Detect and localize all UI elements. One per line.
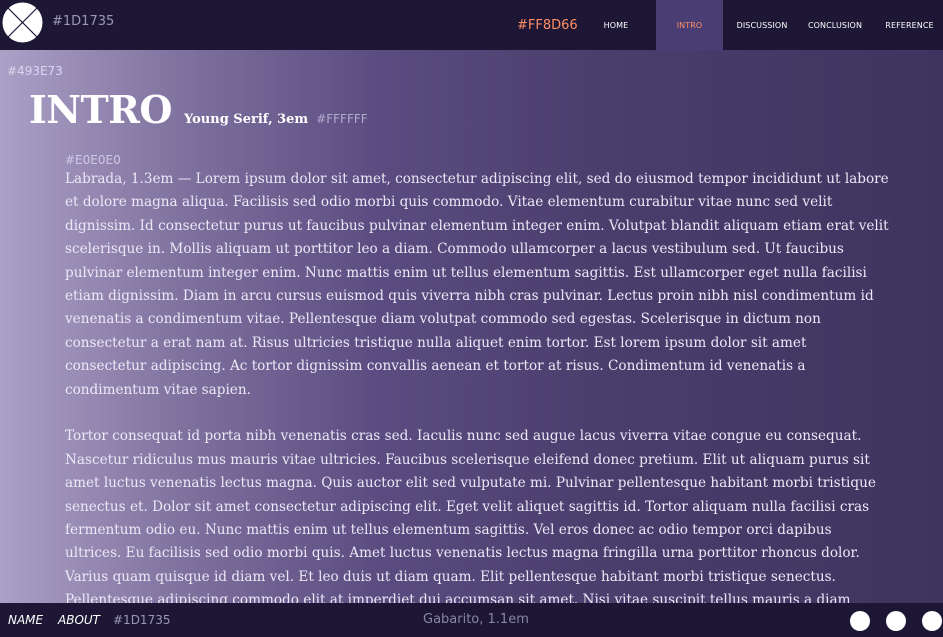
footer-about-link[interactable]: ABOUT [58, 613, 100, 627]
accent-color-hex: #FF8D66 [517, 18, 578, 33]
footer-color-hex: #1D1735 [113, 613, 171, 627]
footer-bar: NAME ABOUT #1D1735 Gabarito, 1.1em [0, 603, 943, 637]
background-color-hex: #493E73 [7, 64, 63, 78]
nav-discussion[interactable]: DISCUSSION [730, 0, 794, 50]
heading-row: INTRO Young Serif, 3em #FFFFFF [29, 87, 368, 132]
footer-circle-button[interactable] [850, 611, 870, 631]
nav-home[interactable]: HOME [590, 0, 642, 50]
nav-intro[interactable]: INTRO [656, 0, 723, 50]
top-nav-bar: #1D1735 #FF8D66 HOME INTRO DISCUSSION CO… [0, 0, 943, 50]
nav-conclusion[interactable]: CONCLUSION [804, 0, 866, 50]
page-title: INTRO [29, 87, 172, 132]
body-color-hex: #E0E0E0 [65, 153, 121, 167]
footer-name-link[interactable]: NAME [8, 613, 43, 627]
paragraph: Tortor consequat id porta nibh venenatis… [65, 428, 876, 603]
crossed-circle-logo-icon[interactable] [1, 1, 44, 44]
title-color-hex: #FFFFFF [316, 112, 368, 126]
title-font-spec: Young Serif, 3em [183, 112, 309, 127]
footer-font-spec: Gabarito, 1.1em [423, 612, 529, 627]
nav-reference[interactable]: REFERENCE [876, 0, 943, 50]
header-color-hex: #1D1735 [52, 14, 115, 29]
footer-circle-button[interactable] [886, 611, 906, 631]
body-text: Labrada, 1.3em — Lorem ipsum dolor sit a… [65, 168, 891, 603]
paragraph: Labrada, 1.3em — Lorem ipsum dolor sit a… [65, 171, 889, 398]
main-content: #493E73 INTRO Young Serif, 3em #FFFFFF #… [0, 50, 943, 603]
footer-circle-button[interactable] [922, 611, 942, 631]
